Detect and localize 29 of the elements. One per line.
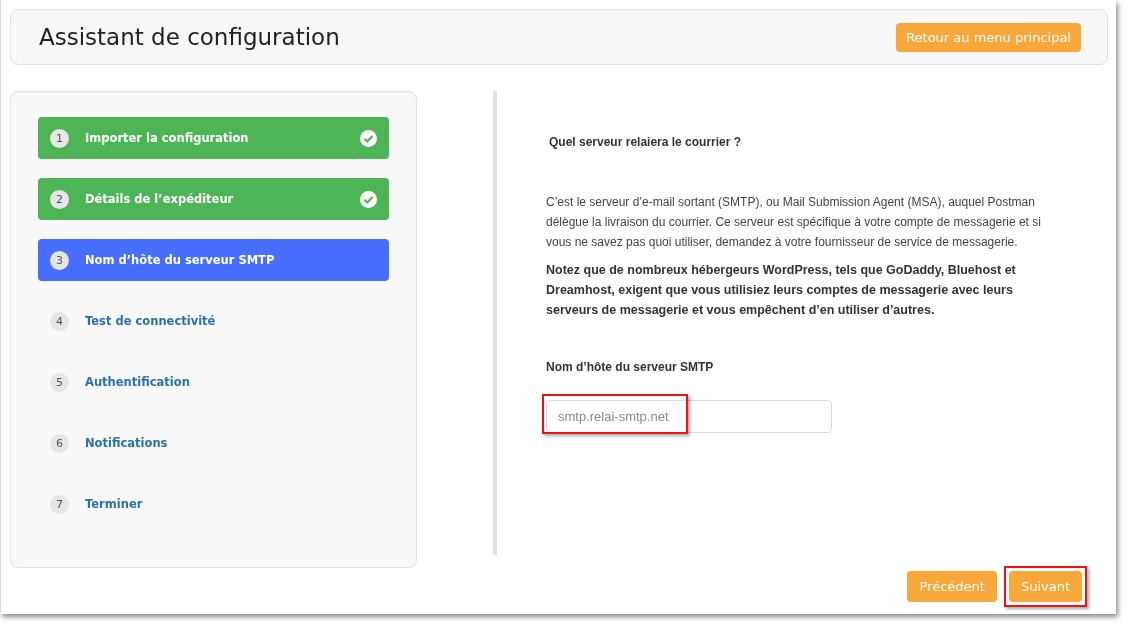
step-number: 4 (50, 311, 69, 331)
page-title: Assistant de configuration (39, 24, 340, 50)
step-label: Importer la configuration (85, 131, 250, 145)
step-number: 6 (50, 433, 69, 453)
step-item[interactable]: 6 Notifications (38, 422, 389, 464)
description-text: C’est le serveur d’e-mail sortant (SMTP), ou Mail Submission Agent (MSA), auquel Postman délègue la livraison du courrier. Ce serveur est spécifique à votre compte de messagerie et si vous ne savez pas quoi utiliser, demandez à votre fournisseur de service de messagerie. (546, 194, 1042, 251)
field-label: Nom d’hôte du serveur SMTP (546, 360, 715, 374)
step-number: 5 (50, 372, 69, 392)
step-number: 7 (50, 494, 69, 514)
step-item[interactable]: 1 Importer la configuration (38, 117, 389, 159)
check-icon (360, 129, 377, 147)
step-number: 2 (50, 189, 69, 209)
hostname-field[interactable]: smtp.relai-smtp.net (546, 400, 832, 433)
step-item[interactable]: 3 Nom d’hôte du serveur SMTP (38, 239, 389, 281)
step-number: 1 (50, 128, 69, 148)
step-label: Nom d’hôte du serveur SMTP (85, 253, 276, 267)
step-label: Authentification (85, 375, 191, 389)
step-label: Notifications (85, 436, 169, 450)
step-item[interactable]: 5 Authentification (38, 361, 389, 403)
step-item[interactable]: 2 Détails de l’expéditeur (38, 178, 389, 220)
step-number: 3 (50, 250, 69, 270)
step-label: Détails de l’expéditeur (85, 192, 235, 206)
note-text: Notez que de nombreux hébergeurs WordPress, tels que GoDaddy, Bluehost et Dreamhost, exigent que vous utilisiez leurs comptes de messagerie avec leurs serveurs de messagerie et vous empêchent d’en utiliser d’autres. (546, 262, 1017, 319)
question-heading: Quel serveur relaiera le courrier ? (549, 135, 743, 149)
check-icon (360, 190, 377, 208)
step-label: Terminer (85, 497, 144, 511)
step-item[interactable]: 4 Test de connectivité (38, 300, 389, 342)
step-item[interactable]: 7 Terminer (38, 483, 389, 525)
step-label: Test de connectivité (85, 314, 217, 328)
